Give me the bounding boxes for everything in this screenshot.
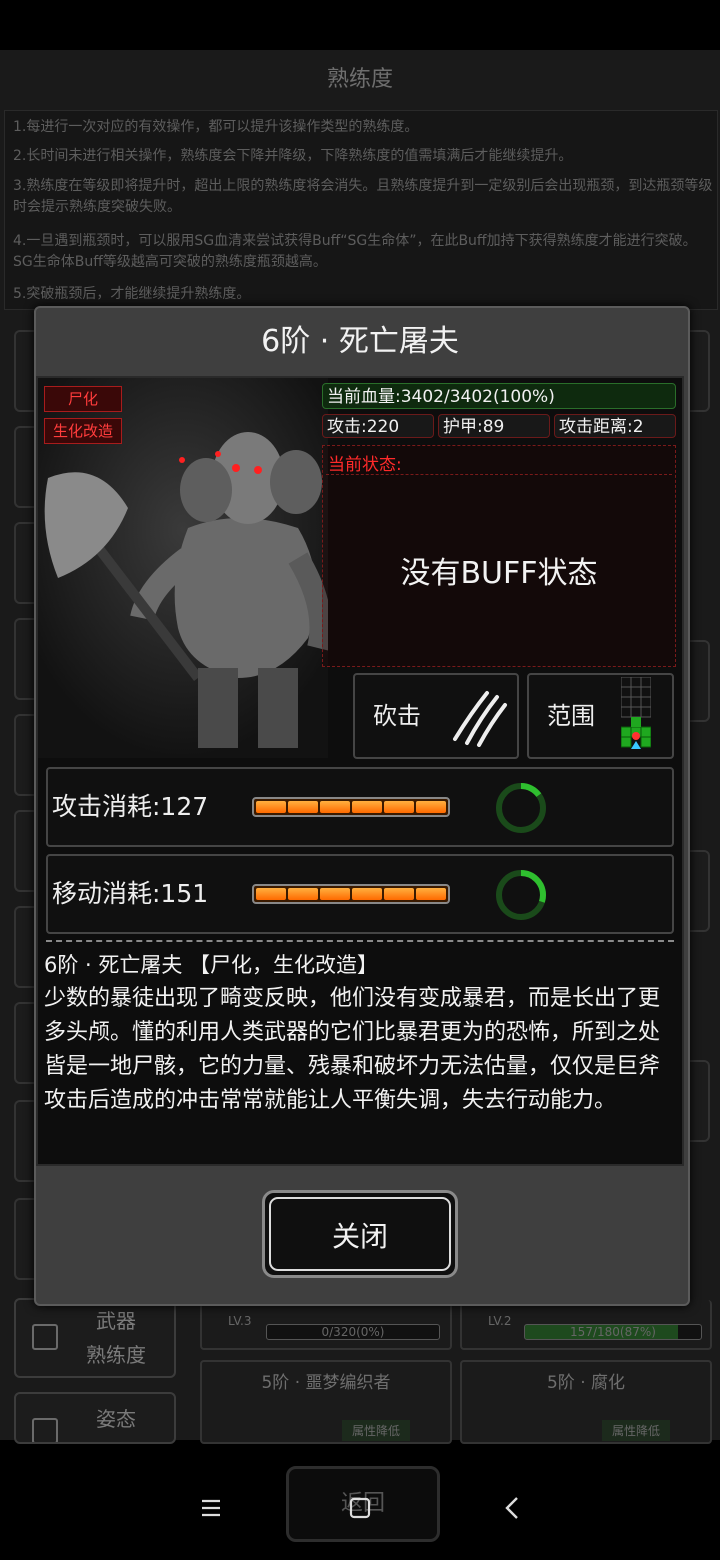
stance-icon xyxy=(32,1418,58,1442)
rule-2: 2.长时间未进行相关操作，熟练度会下降并降级，下降熟练度的值需填满后才能继续提升… xyxy=(13,148,573,164)
progress-bar: 157/180(87%) xyxy=(524,1324,702,1340)
bg-card[interactable]: LV.2 157/180(87%) xyxy=(460,1300,712,1350)
home-square-icon[interactable] xyxy=(345,1496,375,1527)
tab-weapon-proficiency[interactable]: 武器 熟练度 xyxy=(14,1298,176,1378)
rule-3: 3.熟练度在等级即将提升时，超出上限的熟练度将会消失。且熟练度提升到一定级别后会… xyxy=(13,178,713,215)
close-button-label: 关闭 xyxy=(269,1197,451,1271)
claw-slash-icon xyxy=(447,687,511,751)
status-divider xyxy=(326,474,672,475)
move-cost-ring xyxy=(494,868,548,926)
close-button[interactable]: 关闭 xyxy=(262,1190,458,1278)
no-buff-text: 没有BUFF状态 xyxy=(400,556,598,591)
bg-card[interactable]: 5阶 · 腐化 属性降低 xyxy=(460,1360,712,1444)
rules-panel: 1.每进行一次对应的有效操作，都可以提升该操作类型的熟练度。 2.长时间未进行相… xyxy=(4,110,718,310)
rule-5: 5.突破瓶颈后，才能继续提升熟练度。 xyxy=(13,286,251,302)
stat-armor: 护甲:89 xyxy=(438,414,550,438)
attack-type-box[interactable]: 砍击 xyxy=(353,673,519,759)
hp-bar: 当前血量:3402/3402(100%) xyxy=(322,383,676,409)
rule-4: 4.一旦遇到瓶颈时，可以服用SG血清来尝试获得Buff“SG生命体”，在此Buf… xyxy=(13,233,697,270)
attack-cost-label: 攻击消耗:127 xyxy=(52,792,209,821)
attack-cost-row: 攻击消耗:127 xyxy=(46,767,674,847)
attack-energy-bar xyxy=(252,797,450,817)
back-chevron-icon[interactable] xyxy=(498,1496,528,1527)
attack-cost-ring xyxy=(494,781,548,839)
stat-range: 攻击距离:2 xyxy=(554,414,676,438)
rule-1: 1.每进行一次对应的有效操作，都可以提升该操作类型的熟练度。 xyxy=(13,119,419,135)
progress-bar: 0/320(0%) xyxy=(266,1324,440,1340)
range-label: 范围 xyxy=(547,702,595,730)
tag-biomod: 生化改造 xyxy=(44,418,122,444)
page-title: 熟练度 xyxy=(326,67,393,92)
menu-icon[interactable] xyxy=(196,1496,226,1526)
modal-title: 6阶 · 死亡屠夫 xyxy=(261,324,459,359)
range-grid-icon xyxy=(620,676,652,761)
tab-stance[interactable]: 姿态 xyxy=(14,1392,176,1444)
range-box[interactable]: 范围 xyxy=(527,673,674,759)
stat-attack: 攻击:220 xyxy=(322,414,434,438)
move-cost-row: 移动消耗:151 xyxy=(46,854,674,934)
weapon-icon xyxy=(32,1324,58,1350)
bg-card[interactable]: 5阶 · 噩梦编织者 属性降低 xyxy=(200,1360,452,1444)
description-title: 6阶 · 死亡屠夫 【尸化，生化改造】 xyxy=(44,953,379,977)
move-energy-bar xyxy=(252,884,450,904)
attack-type-label: 砍击 xyxy=(373,702,421,730)
tag-corpse: 尸化 xyxy=(44,386,122,412)
description-text: 少数的暴徒出现了畸变反映，他们没有变成暴君，而是长出了更多头颅。懂的利用人类武器… xyxy=(44,986,661,1113)
status-label: 当前状态: xyxy=(328,455,402,475)
move-cost-label: 移动消耗:151 xyxy=(52,879,209,908)
description-divider xyxy=(46,940,674,942)
bg-card[interactable]: LV.3 0/320(0%) xyxy=(200,1300,452,1350)
